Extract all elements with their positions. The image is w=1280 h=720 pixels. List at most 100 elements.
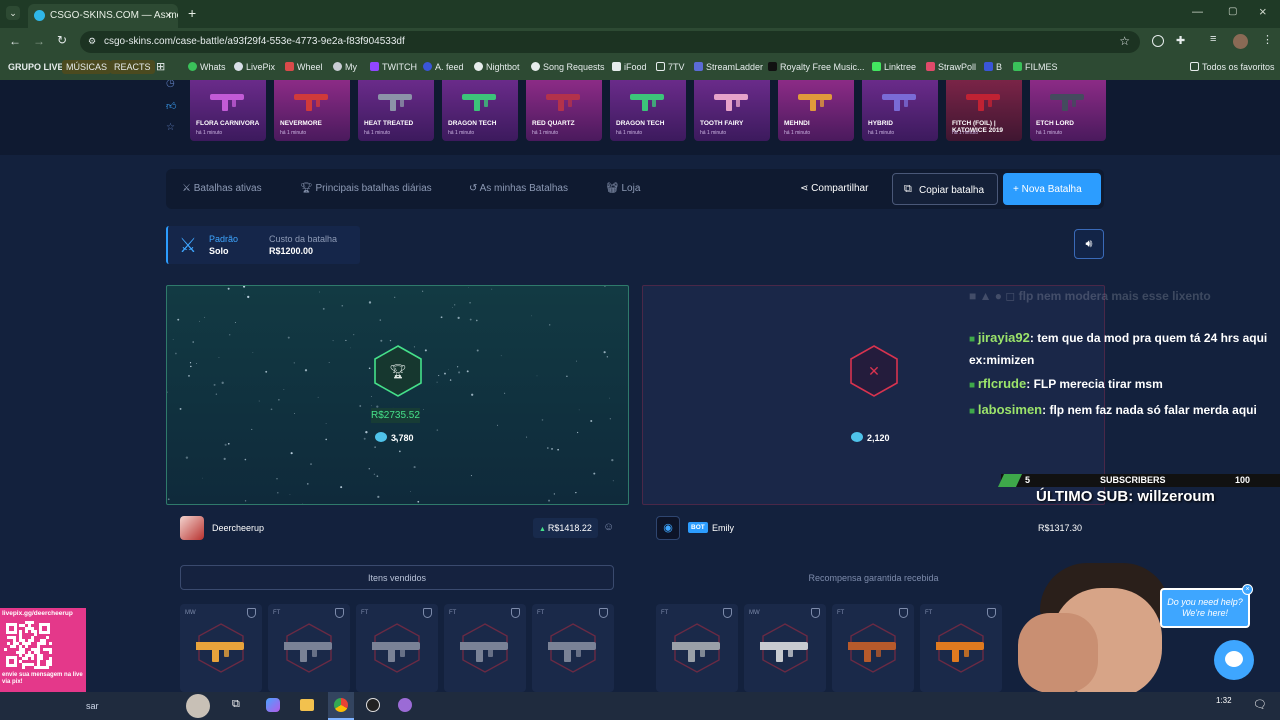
support-chat-bubble[interactable]: Do you need help? We're here! × — [1160, 584, 1253, 628]
tab-menu-button[interactable]: ⌄ — [6, 6, 20, 20]
star — [374, 446, 376, 448]
bookmark-a-feed[interactable]: A. feed — [423, 62, 464, 72]
item-card[interactable]: FT — [356, 604, 438, 692]
copy-battle-button[interactable]: ⧉ Copiar batalha — [892, 173, 998, 205]
notifications-icon[interactable]: 🗨︎ — [1253, 698, 1267, 711]
bookmark-musicas[interactable]: MÚSICAS — [62, 60, 112, 74]
star-icon[interactable]: ☆ — [166, 122, 175, 133]
item-card[interactable]: FT — [832, 604, 914, 692]
drop-card[interactable]: DRAGON TECH há 1 minuto — [610, 80, 686, 141]
bookmark-grupo-live[interactable]: GRUPO LIVE — [8, 62, 64, 72]
drop-card[interactable]: MEHNDI há 1 minuto — [778, 80, 854, 141]
star — [557, 448, 559, 451]
player2-name[interactable]: Emily — [712, 523, 734, 533]
item-card[interactable]: FT — [268, 604, 350, 692]
star — [218, 357, 220, 358]
drop-card[interactable]: HYBRID há 1 minuto — [862, 80, 938, 141]
star — [436, 429, 439, 431]
bookmark-filmes[interactable]: FILMES — [1013, 62, 1058, 72]
drop-card[interactable]: TOOTH FAIRY há 1 minuto — [694, 80, 770, 141]
item-card[interactable]: FT — [444, 604, 526, 692]
qr-module — [34, 654, 37, 657]
restore-icon[interactable]: ▢ — [1228, 6, 1237, 17]
drop-name: MEHNDI — [784, 120, 810, 127]
item-card[interactable]: FT — [656, 604, 738, 692]
site-info-icon[interactable]: ⚙ — [88, 36, 96, 47]
forward-icon[interactable]: → — [33, 34, 45, 48]
emoji-icon[interactable]: ☺ — [603, 521, 614, 533]
item-card[interactable]: MW — [744, 604, 826, 692]
streamlabs-icon[interactable] — [398, 698, 412, 712]
minimize-icon[interactable]: — — [1192, 6, 1203, 18]
nav-my-battles[interactable]: ↺ As minhas Batalhas — [469, 183, 568, 194]
extension-icon[interactable] — [1152, 35, 1164, 47]
nav-shop[interactable]: 🧺︎ Loja — [606, 183, 640, 194]
new-tab-button[interactable]: + — [188, 5, 196, 21]
bookmark-livepix[interactable]: LivePix — [234, 62, 275, 72]
task-view-icon[interactable]: ⧉ — [232, 698, 240, 711]
bookmark-wheel[interactable]: Wheel — [285, 62, 323, 72]
bookmark-my[interactable]: My — [333, 62, 357, 72]
lose-hex-icon: ✕ — [850, 345, 898, 397]
item-card[interactable]: FT — [920, 604, 1002, 692]
close-tab-icon[interactable]: × — [165, 8, 172, 22]
bookmark-star-icon[interactable]: ☆ — [1119, 34, 1130, 48]
bookmark-twitch[interactable]: TWITCH — [370, 62, 417, 72]
obs-icon[interactable] — [366, 698, 380, 712]
bookmark-whats[interactable]: Whats — [188, 62, 226, 72]
nav-top-daily[interactable]: 🏆︎ Principais batalhas diárias — [300, 183, 432, 194]
reload-icon[interactable]: ↻ — [57, 33, 67, 47]
item-card[interactable]: FT — [532, 604, 614, 692]
qr-module — [28, 633, 31, 636]
apps-grid-icon[interactable]: ⊞ — [156, 60, 165, 73]
address-bar[interactable]: ⚙ csgo-skins.com/case-battle/a93f29f4-55… — [80, 31, 1140, 53]
back-icon[interactable]: ← — [9, 34, 21, 48]
bookmark-label: 7TV — [668, 62, 685, 72]
star — [353, 334, 355, 336]
thumbs-up-icon[interactable]: 👍︎ — [166, 100, 176, 112]
puzzle-extensions-icon[interactable]: ✚ — [1176, 34, 1185, 47]
drop-card[interactable]: HEAT TREATED há 1 minuto — [358, 80, 434, 141]
browser-menu-icon[interactable]: ⋮ — [1262, 33, 1273, 46]
bookmark-linktree[interactable]: Linktree — [872, 62, 916, 72]
bookmark-strawpoll[interactable]: StrawPoll — [926, 62, 976, 72]
sound-toggle-button[interactable]: 🔊︎ — [1074, 229, 1104, 259]
drop-card[interactable]: RED QUARTZ há 1 minuto — [526, 80, 602, 141]
bookmark-song-requests[interactable]: Song Requests — [531, 62, 605, 72]
chrome-icon[interactable] — [328, 692, 354, 720]
all-favorites-folder[interactable]: Todos os favoritos — [1190, 62, 1275, 72]
history-icon[interactable]: ◷ — [166, 80, 175, 89]
qr-module — [49, 645, 52, 648]
search-field[interactable]: sar — [86, 694, 182, 718]
bookmark-streamladder[interactable]: StreamLadder — [694, 62, 763, 72]
star — [293, 362, 295, 364]
drop-card[interactable]: FLORA CARNIVORA há 1 minuto — [190, 80, 266, 141]
close-icon[interactable]: × — [1242, 584, 1253, 595]
copilot-icon[interactable] — [266, 698, 280, 712]
drop-card[interactable]: NEVERMORE há 1 minuto — [274, 80, 350, 141]
profile-avatar[interactable] — [1233, 34, 1248, 49]
bookmark-b[interactable]: B — [984, 62, 1002, 72]
share-button[interactable]: ⋖ Compartilhar — [800, 183, 868, 194]
player1-name[interactable]: Deercheerup — [212, 523, 264, 533]
bookmark-nightbot[interactable]: Nightbot — [474, 62, 520, 72]
bookmark-royalty-free-music[interactable]: Royalty Free Music... — [768, 62, 865, 72]
new-battle-button[interactable]: + Nova Batalha — [1003, 173, 1101, 205]
drop-card[interactable]: FITCH (FOIL) | KATOWICE 2019 há 1 minuto — [946, 80, 1022, 141]
close-window-icon[interactable]: × — [1259, 4, 1267, 19]
bookmark-reacts[interactable]: REACTS — [110, 60, 155, 74]
reading-list-icon[interactable]: ≡ — [1210, 33, 1216, 45]
drop-card[interactable]: ETCH LORD há 1 minuto — [1030, 80, 1106, 141]
drop-card[interactable]: DRAGON TECH há 1 minuto — [442, 80, 518, 141]
bookmark-7tv[interactable]: 7TV — [656, 62, 685, 72]
item-card[interactable]: MW — [180, 604, 262, 692]
qr-module — [22, 633, 25, 636]
qr-module — [31, 642, 34, 645]
browser-tab[interactable]: CSGO-SKINS.COM — As melho × — [28, 4, 178, 28]
support-chat-button[interactable] — [1214, 640, 1254, 680]
nav-active-battles[interactable]: ⚔ Batalhas ativas — [182, 183, 262, 194]
bookmark-ifood[interactable]: iFood — [612, 62, 647, 72]
file-explorer-icon[interactable] — [300, 699, 314, 711]
items-sold-button[interactable]: Itens vendidos — [180, 565, 614, 590]
mascot-icon[interactable] — [186, 694, 210, 718]
